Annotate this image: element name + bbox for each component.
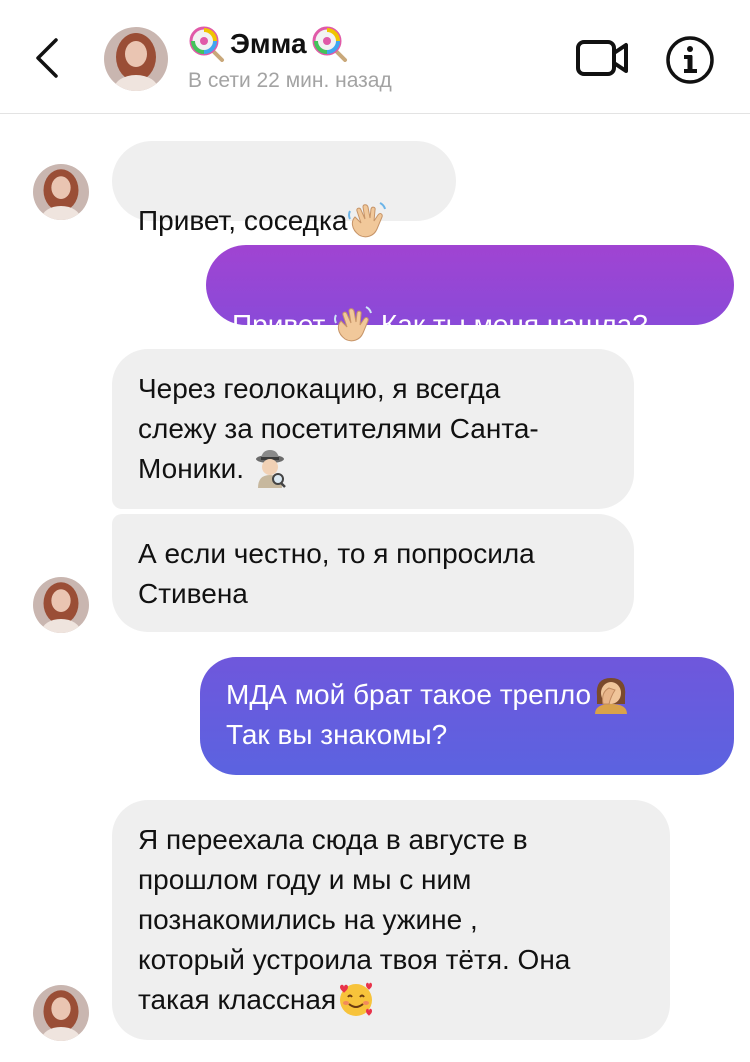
message-line: прошлом году и мы с ним [138,864,472,895]
facepalm-woman-icon [595,677,628,714]
message-line: Через геолокацию, я всегда [138,373,501,404]
message-line: который устроила твоя тётя. Она [138,944,571,975]
message-line: Моники. [138,453,252,484]
online-status: В сети 22 мин. назад [188,69,392,92]
lollipop-icon [189,26,224,62]
smiling-face-with-hearts-icon [340,982,373,1016]
waving-hand-icon [348,201,387,237]
contact-avatar-small[interactable] [33,577,89,633]
message-text: Привет [232,309,334,340]
waving-hand-icon [334,305,373,341]
message-text: Как ты меня нашла? [373,309,648,340]
message-text: Привет, соседка [138,205,348,236]
info-icon[interactable] [664,34,716,86]
message-line: А если честно, то я попросила [138,538,535,569]
back-chevron-icon[interactable] [28,36,68,80]
incoming-message[interactable]: Я переехала сюда в августе в прошлом год… [112,800,670,1040]
chat-header: Эмма В сети 22 мин. назад [0,0,750,114]
incoming-message[interactable]: Через геолокацию, я всегда слежу за посе… [112,349,634,509]
message-line: Я переехала сюда в августе в [138,824,528,855]
outgoing-message[interactable]: МДА мой брат такое трепло Так вы знакомы… [200,657,734,775]
contact-name[interactable]: Эмма [188,26,349,62]
message-line: Так вы знакомы? [226,719,448,750]
message-line: Стивена [138,578,248,609]
message-line: слежу за посетителями Санта- [138,413,539,444]
lollipop-icon [312,26,347,62]
outgoing-message[interactable]: Привет Как ты меня нашла? [206,245,734,341]
contact-avatar[interactable] [104,27,168,91]
incoming-message[interactable]: А если честно, то я попросила Стивена [112,514,634,632]
contact-name-text: Эмма [230,28,307,59]
message-line: такая классная [138,984,337,1015]
video-call-icon[interactable] [574,36,630,80]
contact-avatar-small[interactable] [33,164,89,220]
incoming-message[interactable]: Привет, соседка [112,141,456,237]
message-line: познакомились на ужине , [138,904,478,935]
message-line: МДА мой брат такое трепло [226,679,592,710]
detective-icon [255,449,286,488]
contact-avatar-small[interactable] [33,985,89,1041]
